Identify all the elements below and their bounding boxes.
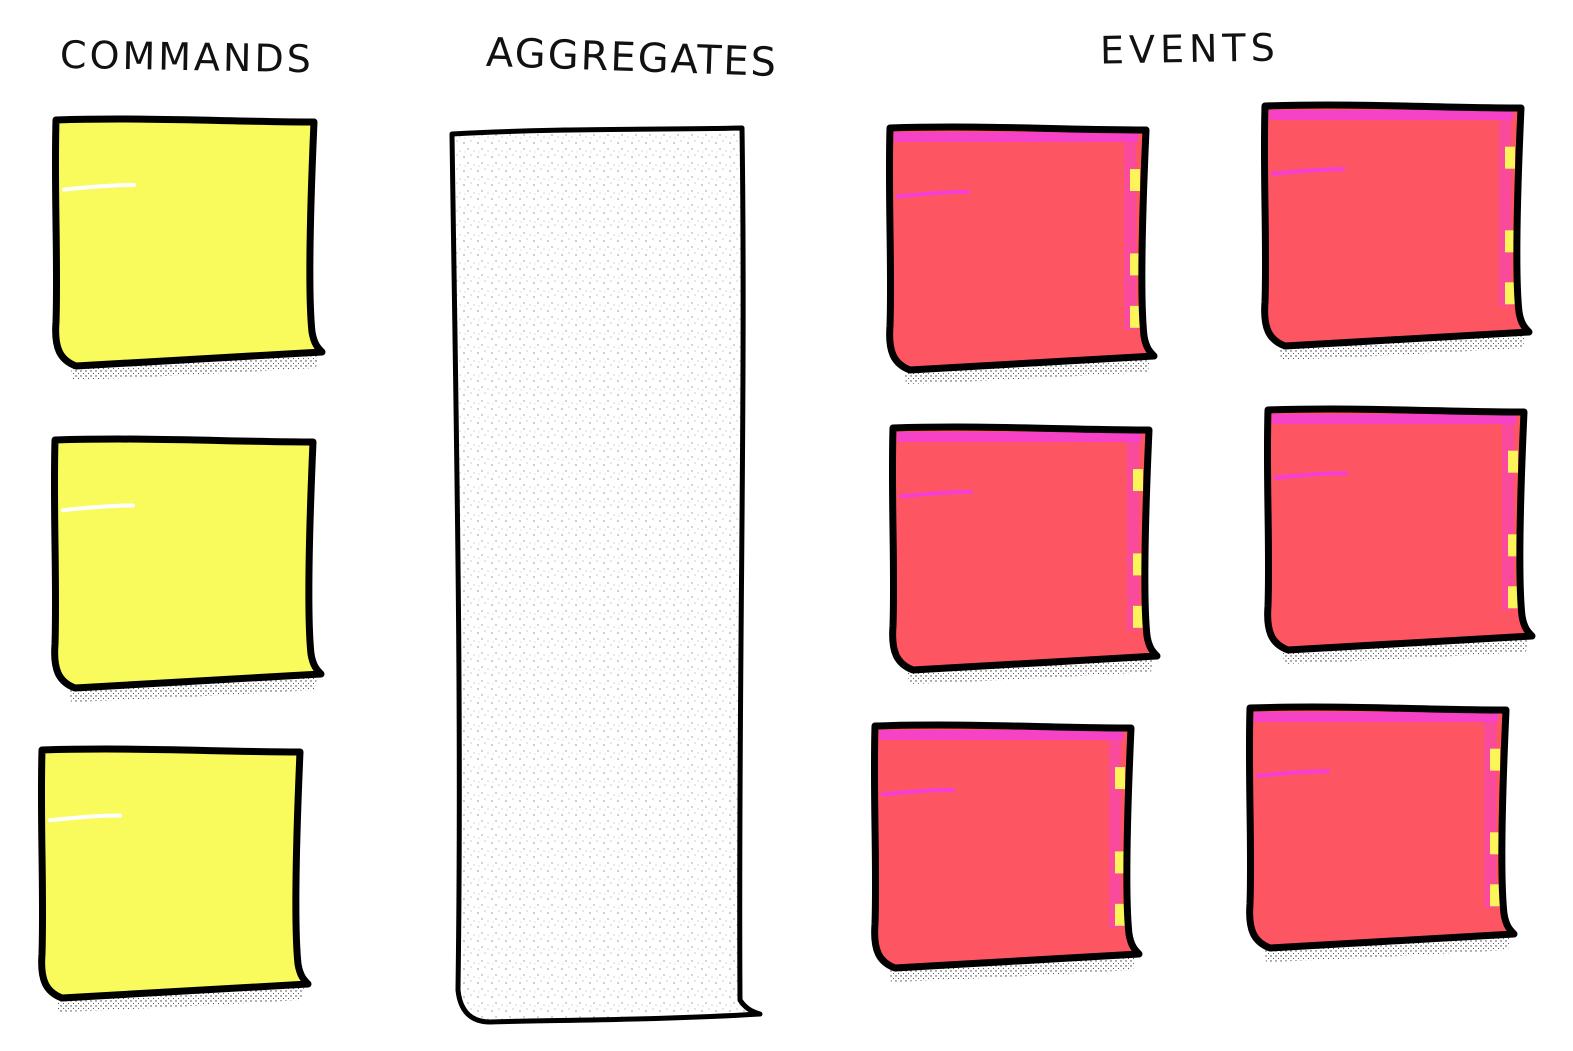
event-note-2-top-band (1269, 110, 1513, 120)
event-note-4-top-band (1272, 414, 1516, 424)
commands-notes (37, 115, 326, 1012)
event-note-6-body (1249, 707, 1514, 948)
event-note-3-accent-mark (1133, 469, 1143, 492)
aggregate-note (449, 125, 763, 1025)
command-note-1 (51, 115, 326, 380)
event-note-4-accent-mark (1508, 586, 1518, 609)
event-note-2 (1260, 101, 1533, 360)
event-note-1 (885, 123, 1158, 384)
command-note-3-body (41, 749, 309, 998)
event-note-3-top-band (897, 432, 1141, 442)
event-note-1-body (889, 127, 1154, 371)
event-note-4 (1263, 405, 1536, 664)
event-note-1-accent-mark (1130, 169, 1140, 192)
event-note-2-body (1264, 105, 1529, 347)
events-notes (870, 101, 1536, 982)
event-note-1-top-band (894, 132, 1138, 142)
event-note-6-accent-mark (1490, 748, 1500, 771)
event-note-5-body (874, 725, 1139, 968)
event-note-1-accent-mark (1130, 305, 1140, 328)
event-note-5-accent-mark (1115, 903, 1125, 926)
event-note-5-accent-mark (1115, 767, 1125, 790)
event-note-6-top-band (1254, 712, 1498, 722)
event-note-4-body (1267, 409, 1532, 650)
event-note-6 (1245, 703, 1518, 962)
event-note-6-accent-mark (1490, 884, 1500, 907)
event-note-5-top-band (879, 730, 1123, 740)
aggregate-note-body (449, 125, 763, 1025)
command-note-3 (37, 745, 312, 1012)
event-note-2-accent-mark (1505, 146, 1515, 169)
event-note-3-body (892, 427, 1157, 670)
event-note-3 (888, 423, 1161, 684)
event-note-3-accent-mark (1133, 605, 1143, 628)
command-note-2-body (54, 439, 322, 688)
event-note-2-accent-mark (1505, 282, 1515, 305)
command-note-1-body (55, 119, 323, 367)
event-note-4-accent-mark (1508, 450, 1518, 473)
event-note-5 (870, 721, 1143, 982)
board-canvas (37, 101, 1536, 1025)
command-note-2 (50, 435, 325, 702)
